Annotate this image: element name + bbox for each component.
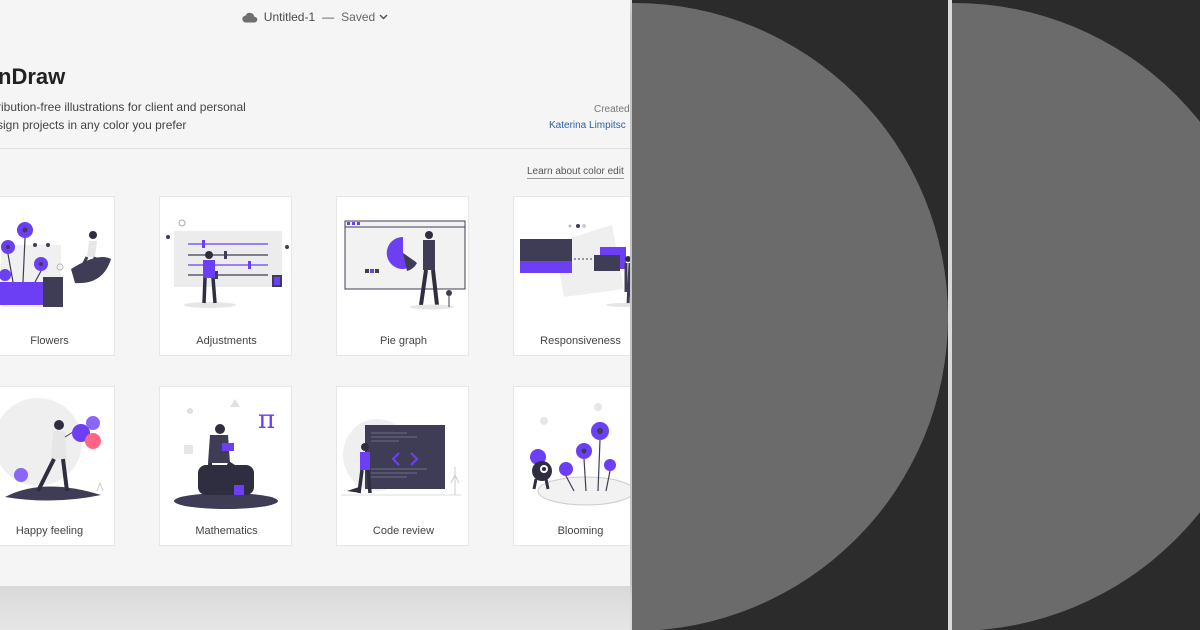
- page-title: nDraw: [0, 64, 66, 89]
- header-divider: [0, 148, 630, 149]
- illustration-card-blooming[interactable]: Blooming: [513, 386, 630, 546]
- created-label: Created: [594, 104, 630, 115]
- illustration-card-adjustments[interactable]: Adjustments: [159, 196, 292, 356]
- title-separator: —: [322, 10, 335, 24]
- card-label: Flowers: [30, 335, 69, 347]
- page-description: ribution-free illustrations for client a…: [0, 98, 297, 134]
- adjustments-illustration: [166, 219, 289, 308]
- illustration-card-responsiveness[interactable]: Responsiveness: [513, 196, 630, 356]
- happy-feeling-illustration: [0, 398, 104, 501]
- card-label: Pie graph: [379, 335, 428, 347]
- illustration-card-flowers[interactable]: Flowers: [0, 196, 115, 356]
- blooming-illustration: [530, 403, 630, 506]
- illustration-card-happy-feeling[interactable]: Happy feeling: [0, 386, 115, 546]
- illustration-card-pie-graph[interactable]: Pie graph: [336, 196, 469, 356]
- card-label: Happy feeling: [15, 525, 84, 537]
- app-window: Untitled-1 — Saved nDraw ribution-free i…: [0, 0, 630, 586]
- illustration-card-mathematics[interactable]: π Mathematics: [159, 386, 292, 546]
- cloud-icon: [242, 12, 258, 23]
- card-label: Mathematics: [195, 525, 258, 537]
- document-name: Untitled-1: [263, 10, 316, 24]
- pie-graph-illustration: [344, 220, 466, 310]
- semicircle-shape: [952, 3, 1200, 630]
- learn-color-link[interactable]: Learn about color edit: [527, 166, 624, 179]
- author-link[interactable]: Katerina Limpitsc: [549, 120, 626, 131]
- description-line-2: sign projects in any color you prefer: [0, 118, 187, 132]
- pi-symbol: π: [258, 405, 276, 435]
- flowers-illustration: [0, 222, 111, 307]
- dark-panel-left: [632, 0, 948, 630]
- illustration-card-code-review[interactable]: Code review: [336, 386, 469, 546]
- window-bottom-edge: [0, 586, 630, 630]
- chevron-down-icon[interactable]: [379, 14, 388, 20]
- responsiveness-illustration: [520, 224, 630, 307]
- document-title-bar[interactable]: Untitled-1 — Saved: [0, 8, 630, 26]
- description-line-1: ribution-free illustrations for client a…: [0, 100, 246, 114]
- card-label: Adjustments: [196, 335, 257, 347]
- dark-panel-right: [952, 0, 1200, 630]
- code-review-illustration: [341, 419, 461, 496]
- card-label: Code review: [372, 525, 435, 537]
- semicircle-shape: [632, 3, 948, 630]
- card-label: Blooming: [557, 525, 604, 537]
- card-label: Responsiveness: [540, 335, 621, 347]
- save-status: Saved: [341, 10, 376, 24]
